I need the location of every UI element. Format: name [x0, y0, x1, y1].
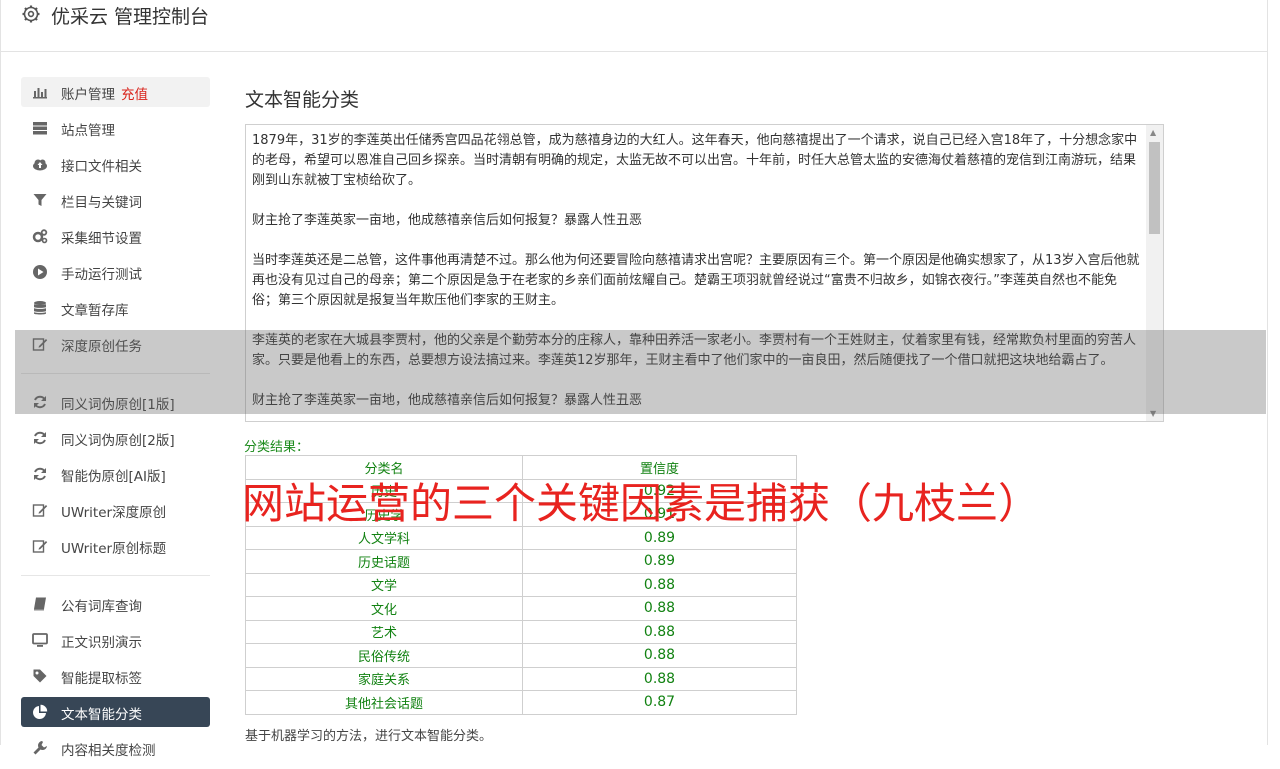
- overlay-banner-text: 网站运营的三个关键因素是捕获（九枝兰）: [242, 479, 1041, 528]
- sidebar-item-label: UWriter原创标题: [61, 541, 167, 557]
- sidebar-item-collect-settings[interactable]: 采集细节设置: [21, 221, 210, 251]
- sidebar-item-label: 账户管理: [61, 87, 115, 103]
- sidebar-item-uwriter-deep[interactable]: UWriter深度原创: [21, 495, 210, 525]
- table-row: 历史话题 0.89: [245, 549, 797, 574]
- category-cell: 文化: [245, 596, 523, 621]
- sidebar-divider: [21, 575, 210, 576]
- sidebar-item-label: 接口文件相关: [61, 159, 142, 175]
- sidebar-item-body-recognition[interactable]: 正文识别演示: [21, 625, 210, 655]
- sidebar-item-label: 内容相关度检测: [61, 743, 156, 759]
- confidence-cell: 0.89: [522, 549, 797, 574]
- server-icon: [33, 122, 47, 135]
- recharge-link[interactable]: 充值: [121, 87, 148, 103]
- table-row: 艺术 0.88: [245, 619, 797, 644]
- table-row: 其他社会话题 0.87: [245, 690, 797, 715]
- sidebar-item-label: 正文识别演示: [61, 635, 142, 651]
- confidence-cell: 0.88: [522, 666, 797, 691]
- sidebar-item-label: 公有词库查询: [61, 599, 142, 615]
- book-icon: [34, 597, 46, 611]
- sidebar-item-sites[interactable]: 站点管理: [21, 113, 210, 143]
- left-border: [0, 0, 1, 745]
- sidebar-item-manual-run[interactable]: 手动运行测试: [21, 257, 210, 287]
- sidebar-item-label: 同义词伪原创[2版]: [61, 433, 175, 449]
- sidebar-item-label: 手动运行测试: [61, 267, 142, 283]
- sidebar-item-label: 文章暂存库: [61, 303, 129, 319]
- category-cell: 家庭关系: [245, 666, 523, 691]
- category-cell: 其他社会话题: [245, 690, 523, 715]
- app-title: 优采云 管理控制台: [51, 6, 210, 28]
- filter-icon: [33, 194, 47, 206]
- confidence-cell: 0.88: [522, 596, 797, 621]
- gear-icon: [22, 5, 40, 23]
- sidebar-item-smart-tags[interactable]: 智能提取标签: [21, 661, 210, 691]
- text-paragraph: 1879年，31岁的李莲英出任储秀宫四品花翎总管，成为慈禧身边的大红人。这年春天…: [252, 133, 1138, 188]
- sidebar-item-interface-files[interactable]: 接口文件相关: [21, 149, 210, 179]
- sidebar-item-label: 智能伪原创[AI版]: [61, 469, 166, 485]
- category-cell: 历史话题: [245, 549, 523, 574]
- sidebar-item-article-store[interactable]: 文章暂存库: [21, 293, 210, 323]
- category-cell: 民俗传统: [245, 643, 523, 668]
- confidence-cell: 0.88: [522, 572, 797, 597]
- cloud-upload-icon: [33, 159, 47, 171]
- play-icon: [33, 265, 47, 279]
- sidebar-item-columns-keywords[interactable]: 栏目与关键词: [21, 185, 210, 215]
- sidebar-item-public-lexicon[interactable]: 公有词库查询: [21, 589, 210, 619]
- sidebar-item-label: 栏目与关键词: [61, 195, 142, 211]
- sidebar-item-synonym-v2[interactable]: 同义词伪原创[2版]: [21, 423, 210, 453]
- scroll-up-arrow-icon[interactable]: ▲: [1150, 128, 1156, 137]
- right-border: [1267, 0, 1268, 745]
- category-cell: 文学: [245, 572, 523, 597]
- confidence-cell: 0.88: [522, 619, 797, 644]
- gears-icon: [32, 229, 48, 244]
- edit-icon: [32, 540, 48, 553]
- category-cell: 艺术: [245, 619, 523, 644]
- confidence-cell: 0.88: [522, 643, 797, 668]
- sidebar-item-label: 智能提取标签: [61, 671, 142, 687]
- database-icon: [34, 301, 46, 315]
- sidebar-item-label: 站点管理: [61, 123, 115, 139]
- pie-chart-icon: [33, 704, 48, 719]
- sidebar-item-relevance-check[interactable]: 内容相关度检测: [21, 733, 210, 763]
- text-paragraph: 当时李莲英还是二总管，这件事他再清楚不过。那么他为何还要冒险向慈禧请求出宫呢？主…: [252, 253, 1140, 308]
- desktop-icon: [32, 633, 48, 647]
- confidence-cell: 0.87: [522, 690, 797, 715]
- refresh-icon: [34, 467, 46, 481]
- table-row: 民俗传统 0.88: [245, 643, 797, 668]
- translucent-overlay: [15, 330, 1266, 414]
- sidebar-item-label: UWriter深度原创: [61, 505, 167, 521]
- refresh-icon: [34, 431, 46, 445]
- sidebar-item-account[interactable]: 账户管理 充值: [21, 77, 210, 107]
- sidebar-nav: 账户管理 充值 站点管理 接口文件相关 栏目与关键词 采集细节设置 手动运行测试 …: [21, 77, 210, 769]
- edit-icon: [32, 504, 48, 517]
- sidebar-item-uwriter-title[interactable]: UWriter原创标题: [21, 531, 210, 561]
- top-header: 优采云 管理控制台: [0, 0, 1268, 52]
- page-title: 文本智能分类: [245, 89, 360, 111]
- wrench-icon: [33, 741, 47, 755]
- sidebar-item-label: 采集细节设置: [61, 231, 142, 247]
- text-paragraph: 财主抢了李莲英家一亩地，他成慈禧亲信后如何报复？暴露人性丑恶: [252, 213, 643, 228]
- sidebar-item-text-classify[interactable]: 文本智能分类: [21, 697, 210, 727]
- table-row: 文学 0.88: [245, 572, 797, 597]
- description-text: 基于机器学习的方法，进行文本智能分类。: [245, 729, 493, 744]
- result-label: 分类结果：: [244, 440, 310, 455]
- bar-chart-icon: [33, 88, 47, 99]
- sidebar-item-ai-rewrite[interactable]: 智能伪原创[AI版]: [21, 459, 210, 489]
- table-row: 文化 0.88: [245, 596, 797, 621]
- sidebar-item-label: 文本智能分类: [61, 707, 142, 723]
- table-row: 家庭关系 0.88: [245, 666, 797, 691]
- scrollbar-thumb[interactable]: [1149, 142, 1160, 234]
- tag-icon: [33, 669, 47, 683]
